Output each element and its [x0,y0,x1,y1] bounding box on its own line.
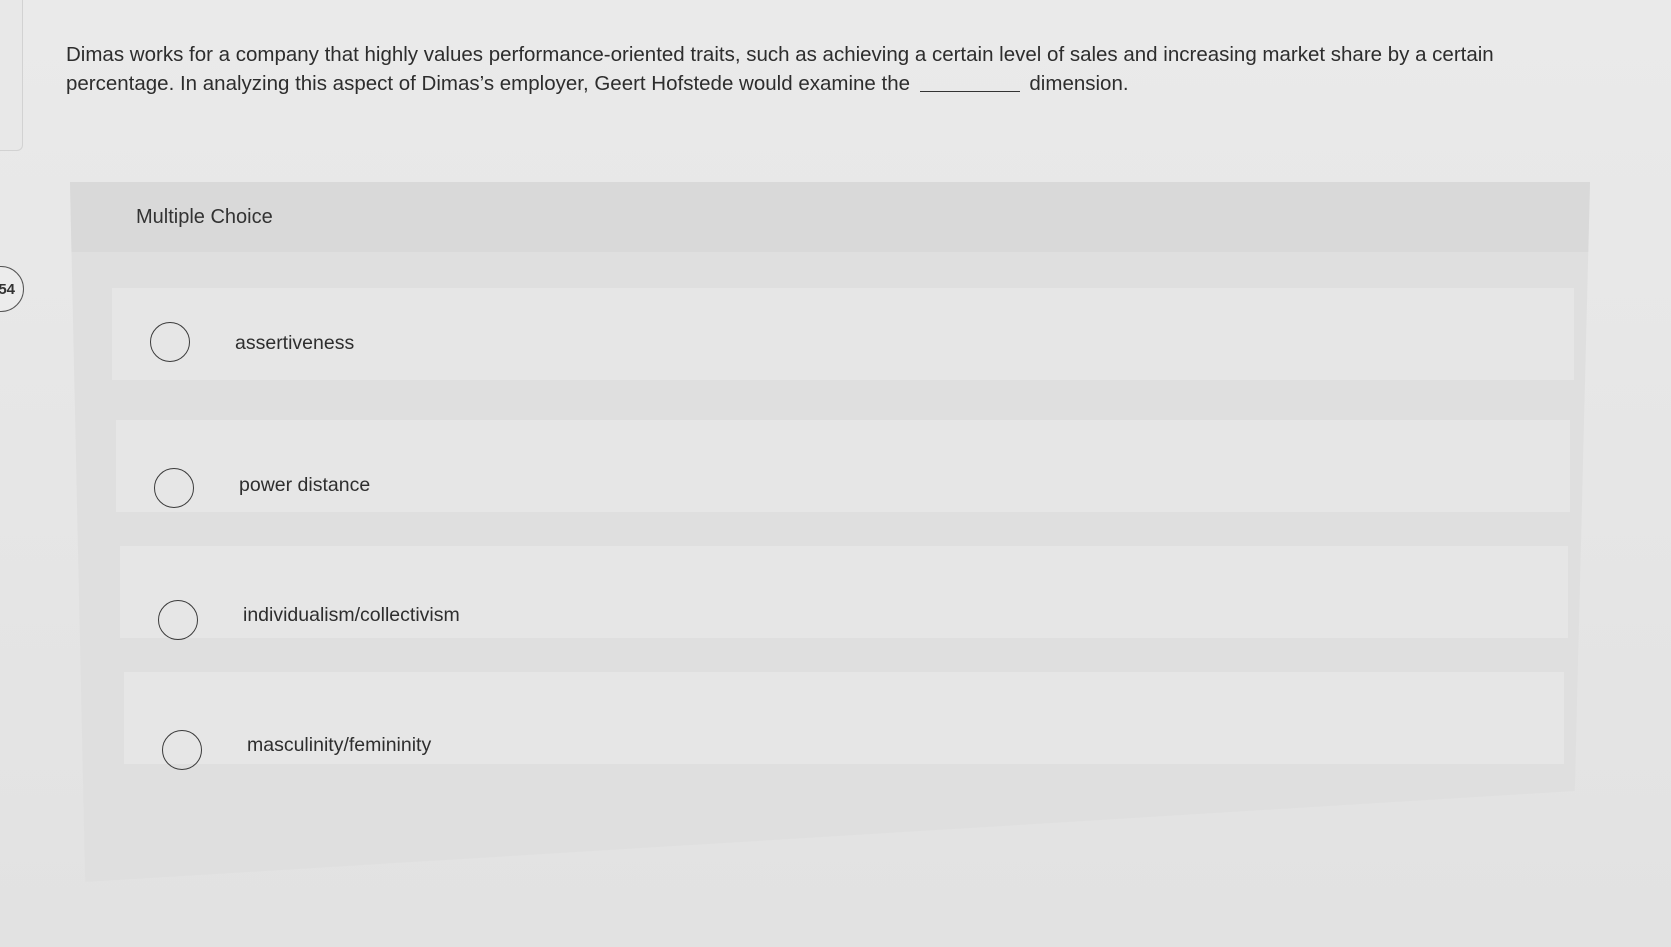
multiple-choice-label: Multiple Choice [136,206,273,228]
question-text-after-blank: dimension. [1029,72,1129,95]
question-prompt: Dimas works for a company that highly va… [66,40,1586,98]
radio-button-assertiveness[interactable] [150,322,190,362]
radio-button-masculinity-femininity[interactable] [162,730,202,770]
choice-row-masculinity-femininity[interactable]: masculinity/femininity [124,672,1564,770]
answer-blank [919,90,1020,92]
choice-row-individualism-collectivism[interactable]: individualism/collectivism [120,546,1568,640]
choice-row-assertiveness[interactable]: assertiveness [112,288,1574,380]
radio-button-power-distance[interactable] [154,468,194,508]
choice-label-assertiveness: assertiveness [235,332,355,354]
choice-row-power-distance[interactable]: power distance [116,420,1570,512]
left-margin-strip [0,0,23,151]
question-text-before-blank: Dimas works for a company that highly va… [66,43,1494,95]
choice-label-masculinity-femininity: masculinity/femininity [247,734,432,756]
question-number-badge: 54 [0,266,24,312]
multiple-choice-panel [70,182,1590,882]
panel-header [70,182,1590,252]
choice-label-individualism-collectivism: individualism/collectivism [243,604,460,626]
choice-label-power-distance: power distance [239,474,371,496]
radio-button-individualism-collectivism[interactable] [158,600,198,640]
